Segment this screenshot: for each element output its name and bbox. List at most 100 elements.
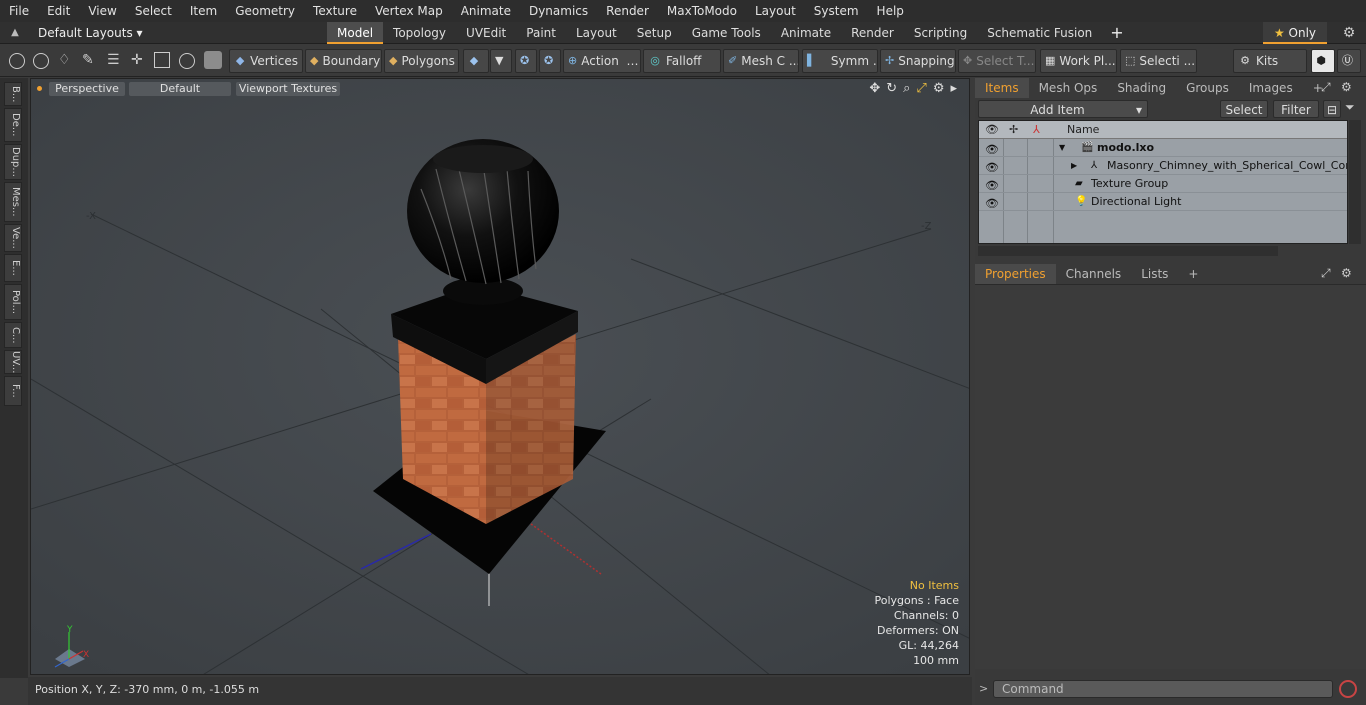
tab-images[interactable]: Images — [1239, 78, 1303, 98]
left-strip-tab-4[interactable]: Ve... — [4, 224, 22, 252]
viewport-dot-icon[interactable] — [37, 86, 42, 91]
tab-uvedit[interactable]: UVEdit — [456, 22, 516, 44]
filter-button[interactable]: Filter — [1273, 100, 1319, 118]
tab-scripting[interactable]: Scripting — [904, 22, 977, 44]
menu-item-item[interactable]: Item — [181, 0, 226, 22]
visibility-eye-icon[interactable]: 👁 — [985, 195, 999, 213]
default-shading-button[interactable]: Default — [129, 82, 231, 96]
selection-sets-button[interactable]: ⬚ Selecti ... — [1120, 49, 1197, 73]
maximize-icon[interactable]: ⤢ — [916, 81, 926, 96]
tab-topology[interactable]: Topology — [383, 22, 456, 44]
item-mode-button[interactable]: ◆ — [463, 49, 489, 73]
falloff-button[interactable]: ◎ Falloff — [643, 49, 721, 73]
tab-shading[interactable]: Shading — [1107, 78, 1176, 98]
polygons-button[interactable]: ◆ Polygons — [384, 49, 459, 73]
left-strip-tab-7[interactable]: C... — [4, 322, 22, 348]
pen-icon[interactable]: ♢ — [58, 52, 71, 68]
align-icon[interactable]: ☰ — [107, 52, 120, 68]
rotate-icon[interactable] — [179, 53, 195, 69]
item-list-scrollbar[interactable] — [1349, 120, 1361, 244]
panel-gear-icon[interactable]: ⚙ — [1341, 80, 1352, 94]
menu-item-geometry[interactable]: Geometry — [226, 0, 304, 22]
panel-expand-icon[interactable]: ⤢ — [1321, 80, 1331, 95]
menu-item-edit[interactable]: Edit — [38, 0, 79, 22]
snapping-button[interactable]: ✢ Snapping — [880, 49, 956, 73]
tab-setup[interactable]: Setup — [627, 22, 682, 44]
table-row[interactable]: 👁 ▼ 🎬 modo.lxo — [979, 139, 1347, 157]
tab-layout[interactable]: Layout — [566, 22, 627, 44]
record-icon[interactable] — [1339, 680, 1357, 698]
menu-item-animate[interactable]: Animate — [452, 0, 520, 22]
tab-lists[interactable]: Lists — [1131, 264, 1178, 284]
menu-item-maxtomodo[interactable]: MaxToModo — [658, 0, 746, 22]
expand-right-icon[interactable]: ▶ — [1071, 157, 1077, 175]
tab-items[interactable]: Items — [975, 78, 1029, 98]
tab-game-tools[interactable]: Game Tools — [682, 22, 771, 44]
snap-edge-button[interactable]: ✪ — [539, 49, 561, 73]
tab-paint[interactable]: Paint — [516, 22, 566, 44]
table-row[interactable]: 👁 ▶ ⅄ Masonry_Chimney_with_Spherical_Cowl_C… — [979, 157, 1347, 175]
default-layouts-dropdown[interactable]: Default Layouts ▾ — [38, 22, 143, 44]
select-through-button[interactable]: ✥ Select T... — [958, 49, 1036, 73]
tab-animate[interactable]: Animate — [771, 22, 841, 44]
item-list-hscroll[interactable] — [978, 246, 1278, 256]
only-toggle[interactable]: ★ Only — [1263, 22, 1327, 44]
left-strip-tab-2[interactable]: Dup... — [4, 144, 22, 180]
boundary-button[interactable]: ◆ Boundary — [305, 49, 382, 73]
tab-schematic-fusion[interactable]: Schematic Fusion — [977, 22, 1102, 44]
move-icon[interactable]: ✛ — [131, 52, 143, 68]
symmetry-button[interactable]: ▌ Symm ... — [802, 49, 878, 73]
menu-item-help[interactable]: Help — [868, 0, 913, 22]
tab-channels[interactable]: Channels — [1056, 264, 1132, 284]
layout-collapse-icon[interactable]: ▲ — [8, 26, 22, 40]
add-tab-button[interactable]: + — [1102, 22, 1131, 44]
menu-item-select[interactable]: Select — [126, 0, 181, 22]
name-column-header[interactable]: Name — [1067, 121, 1099, 139]
viewport-textures-button[interactable]: Viewport Textures — [236, 82, 340, 96]
viewport-menu-icon[interactable]: ▸ — [950, 81, 957, 96]
props-gear-icon[interactable]: ⚙ — [1341, 266, 1352, 280]
kits-button[interactable]: ⚙ Kits — [1233, 49, 1307, 73]
table-row[interactable]: 👁 💡 Directional Light — [979, 193, 1347, 211]
props-expand-icon[interactable]: ⤢ — [1321, 266, 1331, 281]
square-icon[interactable] — [154, 52, 170, 68]
left-strip-tab-0[interactable]: B... — [4, 82, 22, 106]
add-item-button[interactable]: Add Item ▾ — [978, 100, 1148, 118]
command-input[interactable]: Command — [993, 680, 1333, 698]
modo-cube-button[interactable]: ⬢ — [1311, 49, 1335, 73]
menu-item-system[interactable]: System — [805, 0, 868, 22]
tab-render[interactable]: Render — [841, 22, 904, 44]
work-plane-button[interactable]: ▦ Work Pl... — [1040, 49, 1117, 73]
menu-item-layout[interactable]: Layout — [746, 0, 805, 22]
menu-item-render[interactable]: Render — [597, 0, 658, 22]
circle-select-icon[interactable] — [9, 53, 25, 69]
globe-icon[interactable] — [33, 53, 49, 69]
menu-item-dynamics[interactable]: Dynamics — [520, 0, 597, 22]
perspective-button[interactable]: Perspective — [49, 82, 125, 96]
mesh-constraint-button[interactable]: ✐ Mesh C ... — [723, 49, 799, 73]
menu-item-view[interactable]: View — [79, 0, 125, 22]
unreal-button[interactable]: Ⓤ — [1337, 49, 1361, 73]
viewport-gear-icon[interactable]: ⚙ — [933, 81, 945, 96]
gear-icon[interactable]: ⚙ — [1338, 22, 1360, 44]
left-strip-tab-8[interactable]: UV... — [4, 350, 22, 374]
3d-viewport[interactable]: -X -Z Y X Perspective Default Viewport T… — [30, 78, 970, 675]
item-mode-dropdown[interactable]: ▼ — [490, 49, 512, 73]
menu-item-file[interactable]: File — [0, 0, 38, 22]
vertices-button[interactable]: ◆ Vertices — [229, 49, 303, 73]
tab-mesh-ops[interactable]: Mesh Ops — [1029, 78, 1108, 98]
left-strip-tab-9[interactable]: F... — [4, 376, 22, 406]
filter-funnel-icon[interactable]: ⏷ — [1345, 100, 1355, 115]
left-strip-tab-1[interactable]: De... — [4, 108, 22, 142]
left-strip-tab-5[interactable]: E... — [4, 254, 22, 282]
tab-model[interactable]: Model — [327, 22, 384, 44]
snap-vertex-button[interactable]: ✪ — [515, 49, 537, 73]
expand-down-icon[interactable]: ▼ — [1059, 139, 1065, 157]
menu-item-texture[interactable]: Texture — [304, 0, 366, 22]
add-props-tab-button[interactable]: + — [1178, 264, 1208, 284]
select-button[interactable]: Select — [1220, 100, 1268, 118]
left-strip-tab-3[interactable]: Mes... — [4, 182, 22, 222]
brush-icon[interactable]: ✎ — [82, 52, 94, 68]
collapse-icon[interactable]: ⊟ — [1323, 100, 1341, 118]
pan-icon[interactable]: ✥ — [869, 81, 880, 96]
